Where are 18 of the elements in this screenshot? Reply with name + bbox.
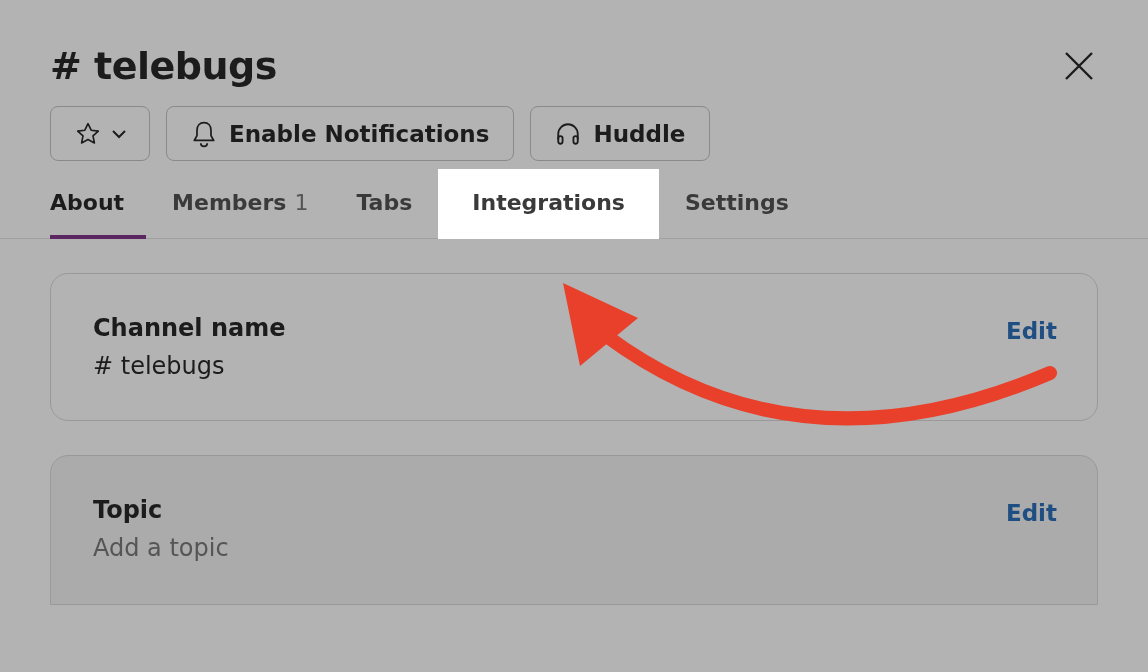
star-button[interactable] — [50, 106, 150, 161]
tab[interactable]: Members 1 — [150, 169, 331, 239]
caret-icon — [111, 128, 127, 139]
placeholder-text: Add a topic — [93, 534, 229, 562]
tab[interactable]: Tabs — [334, 169, 435, 239]
channel-title: # telebugs — [50, 44, 277, 88]
section-title: Topic — [93, 496, 164, 524]
notifications-button[interactable]: Enable Notifications — [166, 106, 515, 161]
edit-link[interactable]: Edit — [1005, 318, 1057, 344]
section-title: Channel name — [93, 314, 286, 342]
section-value: # telebugs — [93, 352, 226, 380]
huddle-button[interactable]: Huddle — [530, 106, 711, 161]
edit-link[interactable]: Edit — [1005, 500, 1057, 526]
tab[interactable]: Integrations — [438, 169, 659, 239]
tab[interactable]: About — [50, 169, 147, 239]
bell-icon — [191, 119, 217, 148]
tab[interactable]: Settings — [662, 169, 811, 239]
headphones-icon — [555, 120, 582, 147]
